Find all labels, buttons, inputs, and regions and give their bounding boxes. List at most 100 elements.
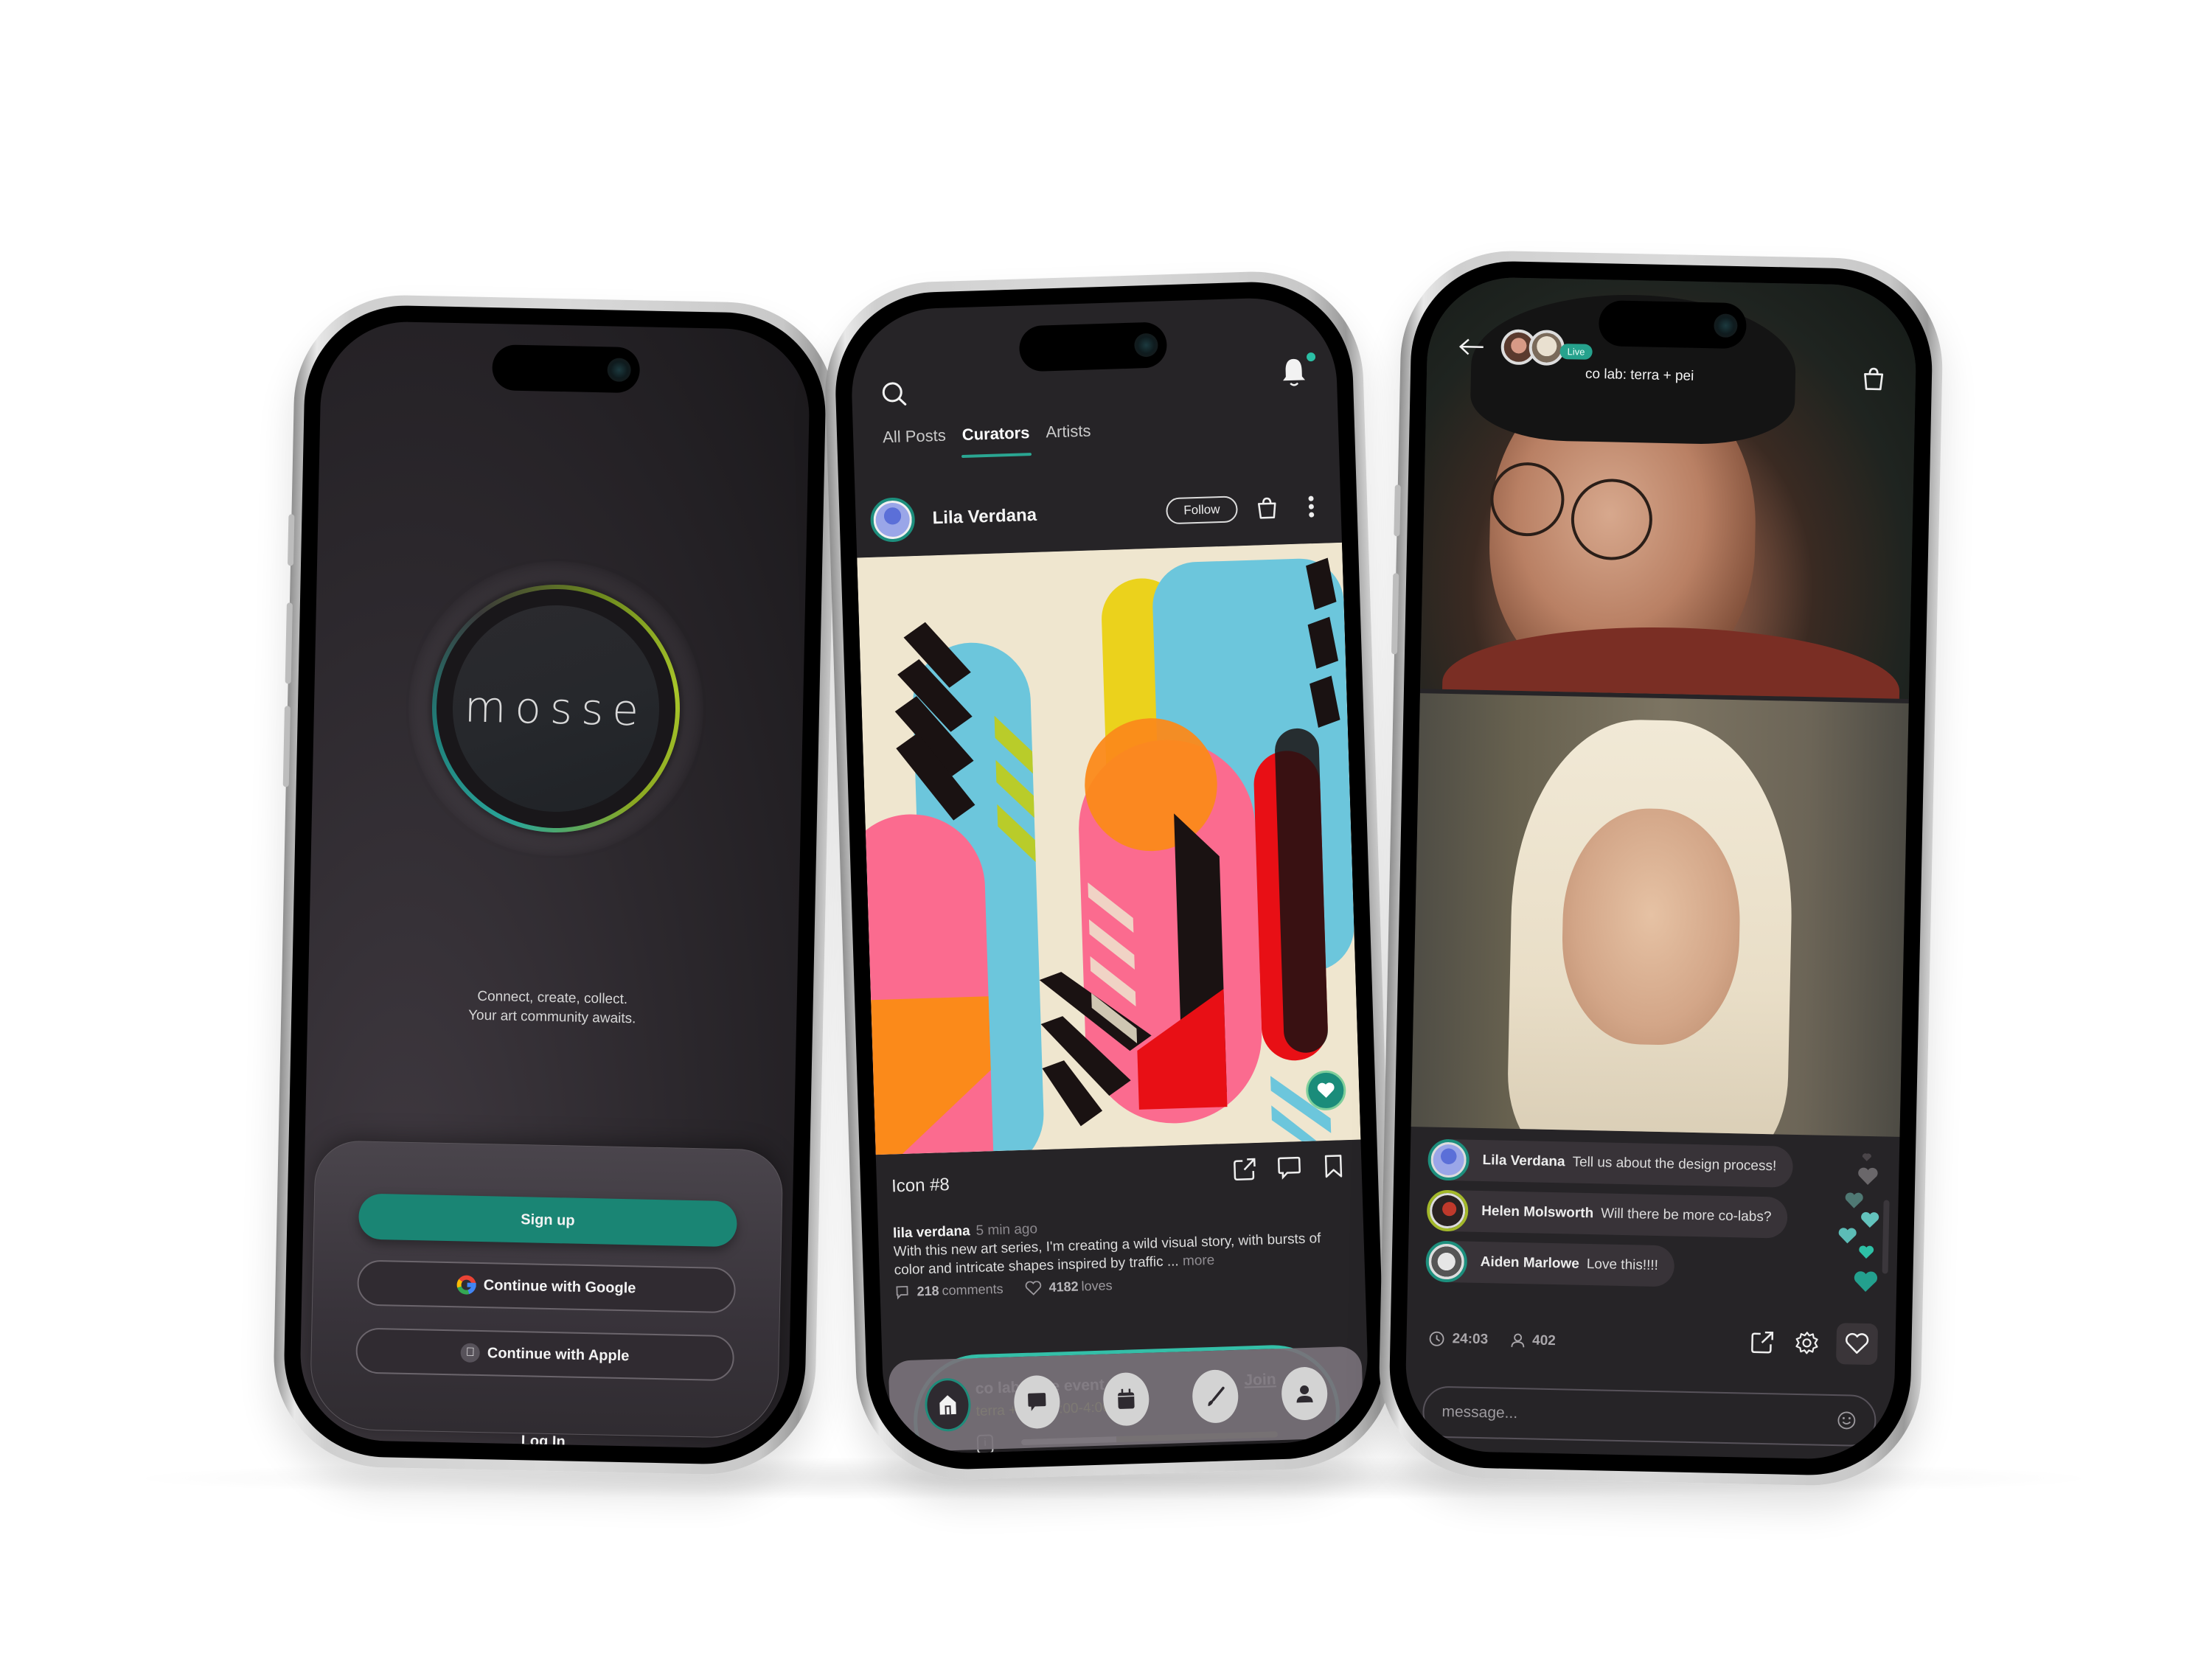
- floating-hearts: [1838, 1153, 1879, 1292]
- live-stats: 24:03 402: [1428, 1331, 1556, 1350]
- live-screen: Live co lab: terra + pei Lila Verdana Tel…: [1404, 276, 1918, 1461]
- emoji-icon[interactable]: [1836, 1410, 1857, 1431]
- person-icon: [1296, 1385, 1313, 1403]
- chat-author[interactable]: Helen Molsworth: [1481, 1203, 1593, 1222]
- comment-icon: [1277, 1156, 1301, 1180]
- calendar-icon: [1118, 1388, 1135, 1409]
- apple-label: Continue with Apple: [487, 1344, 630, 1364]
- duration-stat: 24:03: [1428, 1331, 1488, 1349]
- heart-icon: [1858, 1167, 1878, 1185]
- dynamic-island: [1598, 300, 1747, 349]
- artwork-image: [857, 542, 1361, 1155]
- bell-icon[interactable]: [1279, 355, 1309, 389]
- heart-icon: [1845, 1192, 1863, 1208]
- host-shirt: [1441, 622, 1901, 699]
- bookmark-button[interactable]: [1318, 1151, 1349, 1181]
- settings-button[interactable]: [1792, 1328, 1822, 1358]
- google-icon: [456, 1275, 477, 1295]
- login-link[interactable]: Log In: [310, 1428, 776, 1450]
- auth-card: Sign up Continue with Google  Continue …: [309, 1140, 784, 1450]
- duration-value: 24:03: [1452, 1331, 1489, 1348]
- app-logo: mosse: [464, 681, 648, 736]
- like-button[interactable]: [1835, 1323, 1879, 1366]
- bookmark-icon: [1324, 1155, 1343, 1178]
- chat-message: Lila Verdana Tell us about the design pro…: [1427, 1138, 1848, 1189]
- chat-bubble: Lila Verdana Tell us about the design pro…: [1427, 1138, 1793, 1188]
- nav-calendar[interactable]: [1102, 1371, 1150, 1427]
- share-button[interactable]: [1747, 1327, 1778, 1357]
- post-handle[interactable]: lila verdana: [893, 1223, 970, 1241]
- apple-icon: : [460, 1343, 481, 1363]
- loves-count: 4182: [1048, 1279, 1079, 1295]
- nav-create[interactable]: [1192, 1368, 1239, 1424]
- loves-stat[interactable]: 4182 loves: [1025, 1278, 1113, 1296]
- host-video-2: [1411, 693, 1909, 1137]
- tab-curators[interactable]: Curators: [961, 423, 1030, 458]
- follow-button[interactable]: Follow: [1165, 495, 1239, 525]
- onboarding-screen: mosse Connect, create, collect. Your art…: [299, 320, 811, 1450]
- post-time: 5 min ago: [975, 1221, 1038, 1239]
- comment-button[interactable]: [1274, 1152, 1304, 1183]
- share-button[interactable]: [1230, 1154, 1260, 1184]
- comments-count: 218: [917, 1283, 939, 1299]
- home-icon: [939, 1395, 956, 1415]
- phone-onboarding: mosse Connect, create, collect. Your art…: [271, 293, 838, 1477]
- loves-label: loves: [1081, 1278, 1113, 1294]
- camera-lens: [1713, 313, 1738, 338]
- nav-profile[interactable]: [1281, 1366, 1329, 1421]
- heart-icon: [1862, 1153, 1871, 1161]
- live-actions: [1747, 1321, 1879, 1366]
- paintbrush-icon: [1208, 1386, 1225, 1407]
- shop-bag-button[interactable]: [1252, 493, 1282, 523]
- notification-dot: [1306, 352, 1316, 362]
- chat-bubble-icon: [1027, 1393, 1046, 1411]
- more-options-button[interactable]: [1296, 492, 1326, 522]
- search-icon[interactable]: [880, 379, 910, 409]
- chat-text: Will there be more co-labs?: [1600, 1206, 1772, 1225]
- continue-with-google-button[interactable]: Continue with Google: [356, 1259, 737, 1314]
- dynamic-island: [491, 344, 640, 394]
- share-icon: [1751, 1331, 1774, 1354]
- author-avatar[interactable]: [869, 497, 916, 543]
- tab-artists[interactable]: Artists: [1046, 422, 1091, 456]
- chat-message: Helen Molsworth Will there be more co-lab…: [1426, 1189, 1847, 1239]
- chat-bubble: Helen Molsworth Will there be more co-lab…: [1426, 1189, 1788, 1239]
- nav-home[interactable]: [923, 1377, 972, 1433]
- signup-button[interactable]: Sign up: [358, 1193, 738, 1248]
- heart-filled-icon: [1317, 1082, 1335, 1098]
- comments-stat[interactable]: 218 comments: [894, 1281, 1004, 1301]
- live-badge: Live: [1559, 343, 1593, 360]
- heart-icon: [1861, 1211, 1879, 1228]
- back-arrow-icon[interactable]: [1456, 335, 1486, 358]
- viewers-stat: 402: [1510, 1332, 1556, 1349]
- heart-outline-icon: [1025, 1280, 1042, 1295]
- heart-icon: [1859, 1245, 1874, 1259]
- feed-screen: All Posts Curators Artists Lila Verdana …: [849, 296, 1371, 1455]
- chat-author[interactable]: Aiden Marlowe: [1481, 1254, 1579, 1273]
- signup-label: Sign up: [521, 1211, 575, 1229]
- chat-message: Aiden Marlowe Love this!!!!: [1425, 1240, 1846, 1290]
- tab-all-posts[interactable]: All Posts: [883, 426, 947, 461]
- author-name[interactable]: Lila Verdana: [932, 501, 1166, 529]
- chat-scrollbar[interactable]: [1882, 1200, 1890, 1274]
- phone-live: Live co lab: terra + pei Lila Verdana Tel…: [1377, 248, 1945, 1488]
- message-placeholder: message...: [1441, 1402, 1518, 1422]
- host-avatar-pei[interactable]: [1528, 330, 1565, 366]
- google-label: Continue with Google: [483, 1276, 636, 1296]
- shopping-bag-icon[interactable]: [1861, 366, 1887, 392]
- heart-outline-icon: [1846, 1332, 1869, 1354]
- nav-messages[interactable]: [1013, 1374, 1061, 1430]
- phone-feed: All Posts Curators Artists Lila Verdana …: [821, 268, 1398, 1484]
- post-stats: 218 comments 4182 loves: [894, 1278, 1113, 1300]
- live-chat: Lila Verdana Tell us about the design pro…: [1425, 1138, 1848, 1300]
- continue-with-apple-button[interactable]:  Continue with Apple: [355, 1327, 735, 1382]
- chat-text: Love this!!!!: [1586, 1256, 1659, 1274]
- post-artwork[interactable]: [857, 542, 1361, 1155]
- post-caption: lila verdana 5 min ago With this new art …: [893, 1210, 1350, 1279]
- more-link[interactable]: more: [1183, 1253, 1215, 1269]
- chat-text: Tell us about the design process!: [1572, 1154, 1777, 1175]
- share-icon: [1234, 1158, 1256, 1181]
- chat-author[interactable]: Lila Verdana: [1482, 1152, 1565, 1170]
- feed-tabs: All Posts Curators Artists: [883, 422, 1092, 461]
- message-input[interactable]: message...: [1422, 1385, 1877, 1447]
